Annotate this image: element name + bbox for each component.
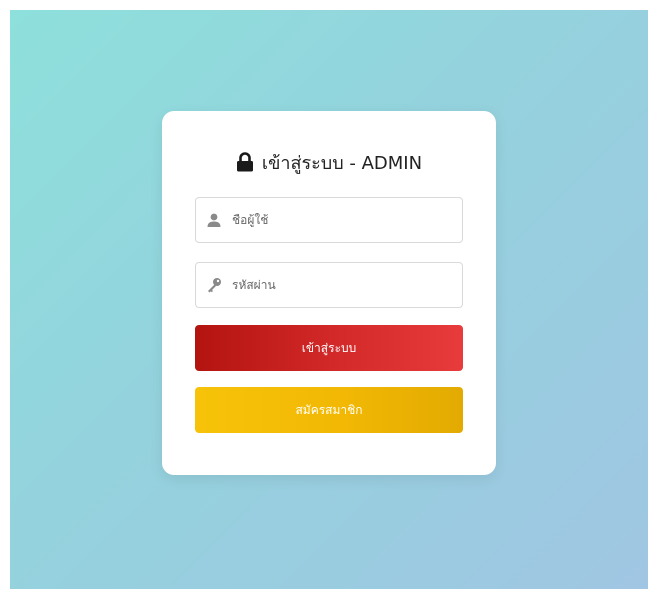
lock-icon [236,152,254,172]
login-card: เข้าสู่ระบบ - ADMIN เข้าสู่ระบบ สมัครสมา… [162,111,496,475]
username-input[interactable] [232,213,452,227]
key-icon [206,277,222,293]
user-icon [206,212,222,228]
login-title-text: เข้าสู่ระบบ - ADMIN [261,152,423,174]
login-title: เข้าสู่ระบบ - ADMIN [162,148,496,176]
username-field[interactable] [195,197,463,243]
password-field[interactable] [195,262,463,308]
register-button[interactable]: สมัครสมาชิก [195,387,463,433]
password-input[interactable] [232,278,452,292]
login-button[interactable]: เข้าสู่ระบบ [195,325,463,371]
